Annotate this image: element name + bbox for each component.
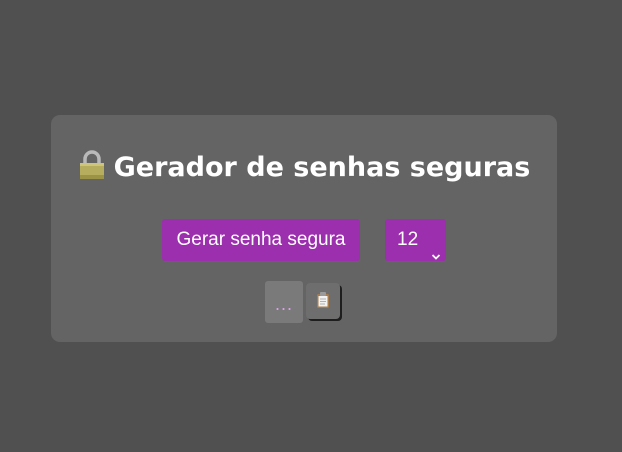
password-length-select[interactable]: 12 [385,219,446,261]
clipboard-icon [317,292,329,308]
lock-icon [78,150,106,189]
page-title: Gerador de senhas seguras [51,150,557,189]
output-row: ... [51,281,557,323]
generate-password-button[interactable]: Gerar senha segura [162,219,360,261]
generator-card: Gerador de senhas seguras Gerar senha se… [51,115,557,342]
length-select-value: 12 [397,229,419,250]
chevron-down-icon [431,235,441,277]
password-output[interactable]: ... [265,281,303,323]
controls-row: Gerar senha segura 12 [51,219,557,261]
title-text: Gerador de senhas seguras [113,152,531,183]
copy-button[interactable] [306,283,340,319]
